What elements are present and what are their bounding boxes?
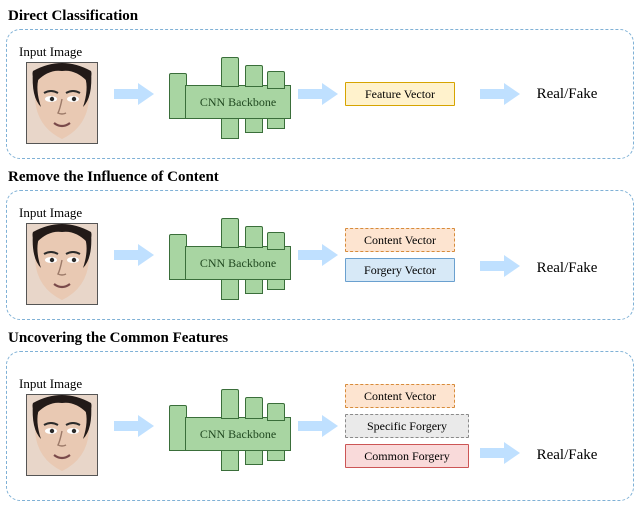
- input-block: Input Image: [17, 44, 107, 144]
- face-illustration-icon: [27, 224, 97, 304]
- panel-1: Input Image: [6, 29, 634, 159]
- input-face-image: [26, 223, 98, 305]
- arrow-icon: [107, 240, 161, 270]
- arrow-icon: [291, 240, 345, 270]
- cnn-backbone-icon: CNN Backbone: [161, 208, 291, 302]
- input-face-image: [26, 394, 98, 476]
- cnn-backbone-block: CNN Backbone: [161, 379, 291, 473]
- arrow-icon: [473, 79, 527, 109]
- output-label: Real/Fake: [537, 86, 598, 102]
- arrow-icon: [473, 438, 527, 468]
- content-vector-box: Content Vector: [345, 228, 455, 252]
- arrow-icon: [473, 251, 527, 281]
- panel-2: Input Image: [6, 190, 634, 320]
- forgery-vector-box: Forgery Vector: [345, 258, 455, 282]
- vector-stack: Content Vector Forgery Vector: [345, 228, 473, 282]
- figure: Direct Classification Input Image: [0, 0, 640, 519]
- output-block: Real/Fake: [527, 447, 607, 464]
- cnn-backbone-block: CNN Backbone: [161, 208, 291, 302]
- panel-3-title: Uncovering the Common Features: [8, 330, 634, 347]
- output-label: Real/Fake: [537, 447, 598, 463]
- panel-1-title: Direct Classification: [8, 8, 634, 25]
- cnn-backbone-block: CNN Backbone: [161, 47, 291, 141]
- vector-stack: Content Vector Specific Forgery Common F…: [345, 384, 473, 468]
- output-label: Real/Fake: [537, 260, 598, 276]
- face-illustration-icon: [27, 395, 97, 475]
- input-image-label: Input Image: [19, 376, 82, 392]
- panel-3: Input Image: [6, 351, 634, 501]
- vector-stack: Feature Vector: [345, 82, 473, 106]
- arrow-icon: [107, 79, 161, 109]
- output-block: Real/Fake: [527, 86, 607, 103]
- arrow-icon: [291, 411, 345, 441]
- face-illustration-icon: [27, 63, 97, 143]
- input-block: Input Image: [17, 205, 107, 305]
- specific-forgery-box: Specific Forgery: [345, 414, 469, 438]
- cnn-backbone-label: CNN Backbone: [185, 246, 291, 280]
- arrow-icon: [107, 411, 161, 441]
- arrow-icon: [291, 79, 345, 109]
- input-block: Input Image: [17, 376, 107, 476]
- panel-3-row: Input Image: [17, 362, 623, 490]
- panel-2-title: Remove the Influence of Content: [8, 169, 634, 186]
- input-image-label: Input Image: [19, 44, 82, 60]
- input-image-label: Input Image: [19, 205, 82, 221]
- cnn-backbone-icon: CNN Backbone: [161, 379, 291, 473]
- feature-vector-box: Feature Vector: [345, 82, 455, 106]
- cnn-backbone-label: CNN Backbone: [185, 417, 291, 451]
- cnn-backbone-label: CNN Backbone: [185, 85, 291, 119]
- panel-2-row: Input Image: [17, 201, 623, 309]
- panel-1-row: Input Image: [17, 40, 623, 148]
- common-forgery-box: Common Forgery: [345, 444, 469, 468]
- content-vector-box: Content Vector: [345, 384, 455, 408]
- cnn-backbone-icon: CNN Backbone: [161, 47, 291, 141]
- input-face-image: [26, 62, 98, 144]
- output-block: Real/Fake: [527, 260, 607, 277]
